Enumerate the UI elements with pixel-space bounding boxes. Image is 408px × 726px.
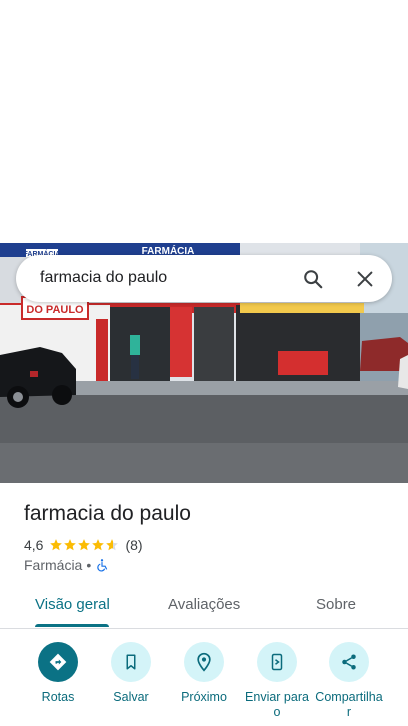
wheelchair-accessible-icon bbox=[97, 559, 108, 572]
star-icon bbox=[78, 539, 91, 551]
tab-active-indicator bbox=[35, 624, 109, 627]
star-icon bbox=[64, 539, 77, 551]
tab-reviews[interactable]: Avaliações bbox=[168, 596, 240, 613]
save-button[interactable]: Salvar bbox=[93, 642, 169, 705]
star-half-icon bbox=[106, 539, 119, 551]
rating-value: 4,6 bbox=[24, 537, 44, 553]
search-icon[interactable] bbox=[302, 268, 324, 290]
share-button[interactable]: Compartilhar bbox=[311, 642, 387, 720]
search-bar[interactable]: farmacia do paulo bbox=[16, 255, 392, 302]
place-category: Farmácia bbox=[24, 557, 83, 573]
directions-button[interactable]: Rotas bbox=[20, 642, 96, 705]
send-to-phone-icon bbox=[257, 642, 297, 682]
directions-icon bbox=[38, 642, 78, 682]
close-icon[interactable] bbox=[354, 268, 376, 290]
star-icon bbox=[92, 539, 105, 551]
share-icon bbox=[329, 642, 369, 682]
save-label: Salvar bbox=[113, 690, 149, 704]
star-icon bbox=[50, 539, 63, 551]
directions-label: Rotas bbox=[41, 690, 75, 704]
bookmark-icon bbox=[111, 642, 151, 682]
separator: • bbox=[86, 557, 92, 573]
nearby-label: Próximo bbox=[181, 690, 227, 704]
review-count[interactable]: (8) bbox=[125, 537, 142, 553]
place-name: farmacia do paulo bbox=[24, 502, 191, 525]
tab-about[interactable]: Sobre bbox=[316, 596, 356, 613]
share-label: Compartilhar bbox=[315, 690, 383, 719]
send-to-phone-button[interactable]: Enviar para o bbox=[239, 642, 315, 720]
send-to-phone-label: Enviar para o bbox=[245, 690, 309, 719]
search-query[interactable]: farmacia do paulo bbox=[40, 269, 167, 287]
sign-do-paulo: DO PAULO bbox=[26, 304, 84, 316]
tab-overview[interactable]: Visão geral bbox=[35, 596, 110, 613]
tab-bar: Visão geral Avaliações Sobre bbox=[0, 584, 408, 629]
rating-stars bbox=[49, 538, 119, 552]
nearby-icon bbox=[184, 642, 224, 682]
action-bar: Rotas Salvar Próximo Enviar para o Compa… bbox=[0, 640, 408, 726]
category-row: Farmácia • bbox=[24, 556, 109, 574]
nearby-button[interactable]: Próximo bbox=[166, 642, 242, 705]
rating-row[interactable]: 4,6 (8) bbox=[24, 536, 143, 554]
